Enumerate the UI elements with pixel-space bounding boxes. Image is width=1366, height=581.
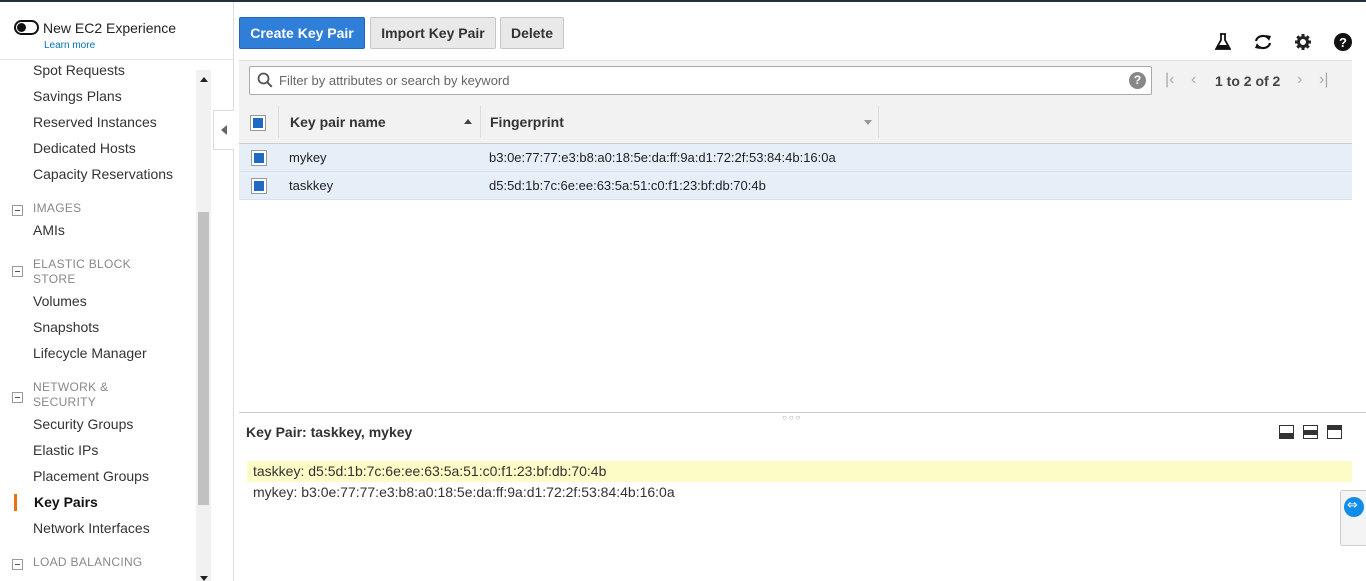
last-page-icon[interactable]: ›| xyxy=(1319,71,1328,89)
column-divider xyxy=(278,106,279,138)
collapse-icon[interactable] xyxy=(12,559,23,570)
detail-line-mykey: mykey: b3:0e:77:77:e3:b8:a0:18:5e:da:ff:… xyxy=(253,484,675,500)
collapse-icon[interactable] xyxy=(12,205,23,216)
sidebar: New EC2 Experience Learn more Spot Reque… xyxy=(0,2,234,581)
row-checkbox[interactable] xyxy=(251,178,267,194)
detail-line-taskkey: taskkey: d5:5d:1b:7c:6e:ee:63:5a:51:c0:f… xyxy=(253,463,607,479)
scroll-up-icon[interactable] xyxy=(200,77,208,82)
sidebar-item-elastic-ips[interactable]: Elastic IPs xyxy=(33,442,98,458)
sidebar-item-savings-plans[interactable]: Savings Plans xyxy=(33,88,122,104)
section-title: IMAGES xyxy=(33,201,82,215)
remote-session-tab[interactable] xyxy=(1340,490,1366,546)
sidebar-item-lifecycle-manager[interactable]: Lifecycle Manager xyxy=(33,345,147,361)
checkbox-fill xyxy=(253,118,263,128)
collapse-icon[interactable] xyxy=(12,266,23,277)
fingerprint-cell: d5:5d:1b:7c:6e:ee:63:5a:51:c0:f1:23:bf:d… xyxy=(489,178,766,193)
pane-splitter[interactable] xyxy=(239,412,1366,413)
import-key-pair-button[interactable]: Import Key Pair xyxy=(370,17,496,49)
next-page-icon[interactable]: › xyxy=(1297,71,1302,89)
active-indicator xyxy=(14,494,17,511)
gear-icon[interactable] xyxy=(1293,32,1313,52)
pagination: |‹ ‹ 1 to 2 of 2 › ›| xyxy=(1159,61,1349,101)
key-pair-name-cell: taskkey xyxy=(289,178,334,193)
filter-bar: ? |‹ ‹ 1 to 2 of 2 › ›| xyxy=(239,60,1352,100)
sidebar-item-capacity-reservations[interactable]: Capacity Reservations xyxy=(33,166,173,182)
delete-button[interactable]: Delete xyxy=(500,17,564,49)
column-divider xyxy=(480,106,481,138)
fingerprint-cell: b3:0e:77:77:e3:b8:a0:18:5e:da:ff:9a:d1:7… xyxy=(489,150,836,165)
create-key-pair-button[interactable]: Create Key Pair xyxy=(239,17,365,49)
sidebar-item-snapshots[interactable]: Snapshots xyxy=(33,319,99,335)
first-page-icon[interactable]: |‹ xyxy=(1165,71,1174,89)
sidebar-item-dedicated-hosts[interactable]: Dedicated Hosts xyxy=(33,140,136,156)
layout-full-icon[interactable] xyxy=(1327,425,1342,439)
section-title: ELASTIC BLOCK STORE xyxy=(33,257,131,286)
sidebar-nav: Spot Requests Savings Plans Reserved Ins… xyxy=(0,60,196,581)
column-header-fingerprint[interactable]: Fingerprint xyxy=(490,114,564,130)
refresh-icon[interactable] xyxy=(1253,32,1273,52)
prev-page-icon[interactable]: ‹ xyxy=(1191,71,1196,89)
collapse-icon[interactable] xyxy=(12,392,23,403)
flask-icon[interactable] xyxy=(1213,32,1233,52)
sidebar-scroll-thumb[interactable] xyxy=(198,212,209,505)
section-title: NETWORK & SECURITY xyxy=(33,380,109,409)
section-title: LOAD BALANCING xyxy=(33,555,143,569)
detail-pane-title: Key Pair: taskkey, mykey xyxy=(246,424,413,440)
layout-bottom-icon[interactable] xyxy=(1279,425,1294,439)
learn-more-link[interactable]: Learn more xyxy=(44,40,95,51)
checkbox-fill xyxy=(254,153,264,163)
sidebar-item-key-pairs[interactable]: Key Pairs xyxy=(34,494,98,510)
pagination-text: 1 to 2 of 2 xyxy=(1215,73,1281,89)
sidebar-item-placement-groups[interactable]: Placement Groups xyxy=(33,468,149,484)
sidebar-item-security-groups[interactable]: Security Groups xyxy=(33,416,133,432)
table-row[interactable]: taskkey d5:5d:1b:7c:6e:ee:63:5a:51:c0:f1… xyxy=(239,172,1352,200)
search-icon xyxy=(257,72,273,91)
search-box[interactable]: ? xyxy=(249,66,1152,95)
sidebar-item-spot-requests[interactable]: Spot Requests xyxy=(33,62,125,78)
new-experience-toggle[interactable] xyxy=(14,20,39,35)
help-icon[interactable]: ? xyxy=(1333,32,1353,52)
search-input[interactable] xyxy=(279,70,1119,91)
sidebar-item-volumes[interactable]: Volumes xyxy=(33,293,87,309)
row-checkbox[interactable] xyxy=(251,150,267,166)
collapse-sidebar-button[interactable] xyxy=(213,110,234,150)
layout-split-icon[interactable] xyxy=(1303,425,1318,439)
sidebar-item-network-interfaces[interactable]: Network Interfaces xyxy=(33,520,150,536)
toggle-knob xyxy=(17,23,26,32)
sort-ascending-icon[interactable] xyxy=(464,119,472,124)
table-header: Key pair name Fingerprint xyxy=(239,100,1352,144)
remote-session-icon xyxy=(1344,497,1364,517)
select-all-checkbox[interactable] xyxy=(250,115,266,131)
column-divider xyxy=(878,106,879,138)
new-experience-label: New EC2 Experience xyxy=(43,20,177,36)
sidebar-item-amis[interactable]: AMIs xyxy=(33,222,65,238)
checkbox-fill xyxy=(254,181,264,191)
sort-icon[interactable] xyxy=(864,120,872,125)
svg-text:?: ? xyxy=(1339,35,1347,50)
table-row[interactable]: mykey b3:0e:77:77:e3:b8:a0:18:5e:da:ff:9… xyxy=(239,144,1352,172)
key-pair-name-cell: mykey xyxy=(289,150,327,165)
scroll-down-icon[interactable] xyxy=(200,576,208,581)
resize-grip-icon[interactable]: ○○○ xyxy=(782,413,803,422)
column-header-key-pair-name[interactable]: Key pair name xyxy=(290,114,386,130)
search-help-icon[interactable]: ? xyxy=(1129,72,1146,89)
sidebar-item-reserved-instances[interactable]: Reserved Instances xyxy=(33,114,157,130)
